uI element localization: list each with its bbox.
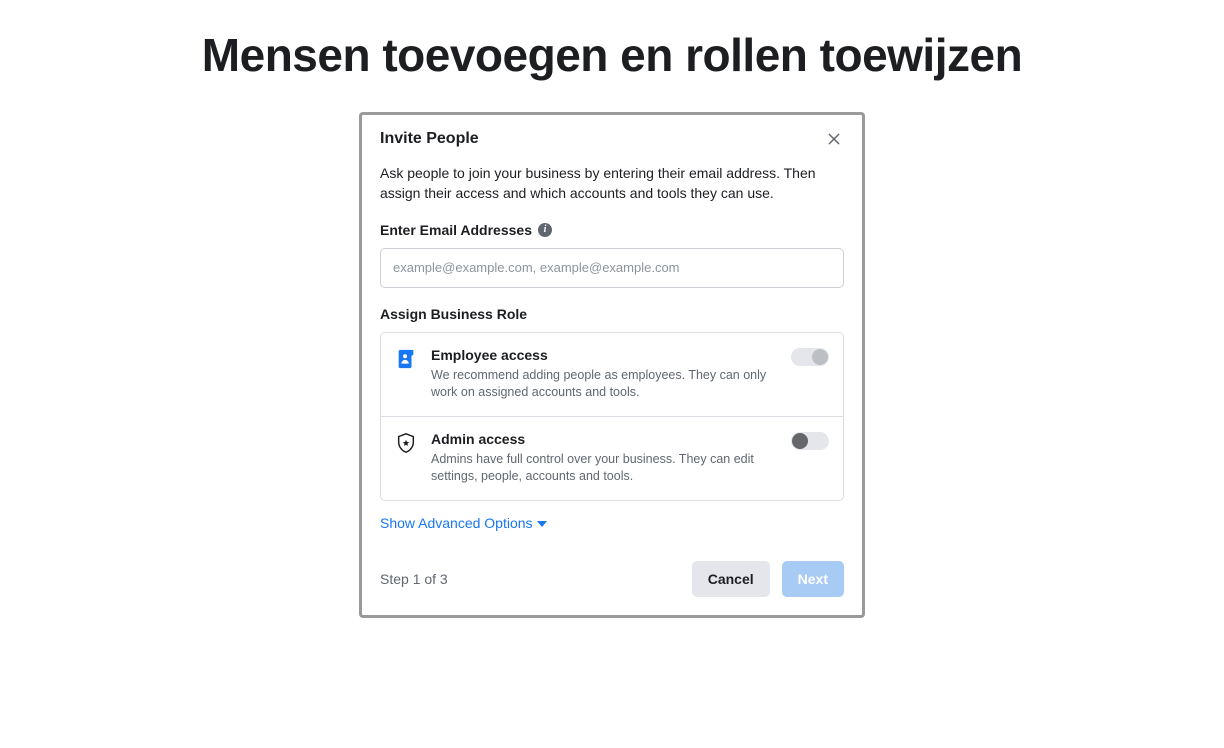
modal-body: Ask people to join your business by ente… — [362, 159, 862, 545]
show-advanced-options-link[interactable]: Show Advanced Options — [380, 515, 547, 531]
cancel-button[interactable]: Cancel — [692, 561, 770, 597]
chevron-down-icon — [537, 521, 547, 527]
employee-icon — [395, 348, 417, 370]
modal-header: Invite People — [362, 115, 862, 159]
step-label: Step 1 of 3 — [380, 571, 448, 587]
admin-icon — [395, 432, 417, 454]
email-field-label: Enter Email Addresses — [380, 222, 532, 238]
role-list: Employee access We recommend adding peop… — [380, 332, 844, 501]
toggle-knob — [812, 349, 828, 365]
role-desc-employee: We recommend adding people as employees.… — [431, 367, 777, 402]
role-desc-admin: Admins have full control over your busin… — [431, 451, 777, 486]
advanced-options-label: Show Advanced Options — [380, 515, 533, 531]
toggle-knob — [792, 433, 808, 449]
toggle-admin[interactable] — [791, 432, 829, 450]
role-text-admin: Admin access Admins have full control ov… — [431, 431, 777, 486]
modal-container: Invite People Ask people to join your bu… — [0, 112, 1224, 618]
role-title-employee: Employee access — [431, 347, 777, 363]
assign-role-label: Assign Business Role — [380, 306, 844, 322]
toggle-employee[interactable] — [791, 348, 829, 366]
email-label-row: Enter Email Addresses i — [380, 222, 844, 238]
email-input[interactable] — [380, 248, 844, 288]
info-icon[interactable]: i — [538, 223, 552, 237]
modal-title: Invite People — [380, 130, 479, 148]
role-text-employee: Employee access We recommend adding peop… — [431, 347, 777, 402]
next-button[interactable]: Next — [782, 561, 844, 597]
close-icon[interactable] — [824, 129, 844, 149]
invite-people-modal: Invite People Ask people to join your bu… — [359, 112, 865, 618]
role-row-admin: Admin access Admins have full control ov… — [381, 416, 843, 500]
modal-description: Ask people to join your business by ente… — [380, 163, 844, 204]
role-title-admin: Admin access — [431, 431, 777, 447]
role-row-employee: Employee access We recommend adding peop… — [381, 333, 843, 416]
modal-footer: Step 1 of 3 Cancel Next — [362, 545, 862, 615]
page-title: Mensen toevoegen en rollen toewijzen — [0, 28, 1224, 82]
